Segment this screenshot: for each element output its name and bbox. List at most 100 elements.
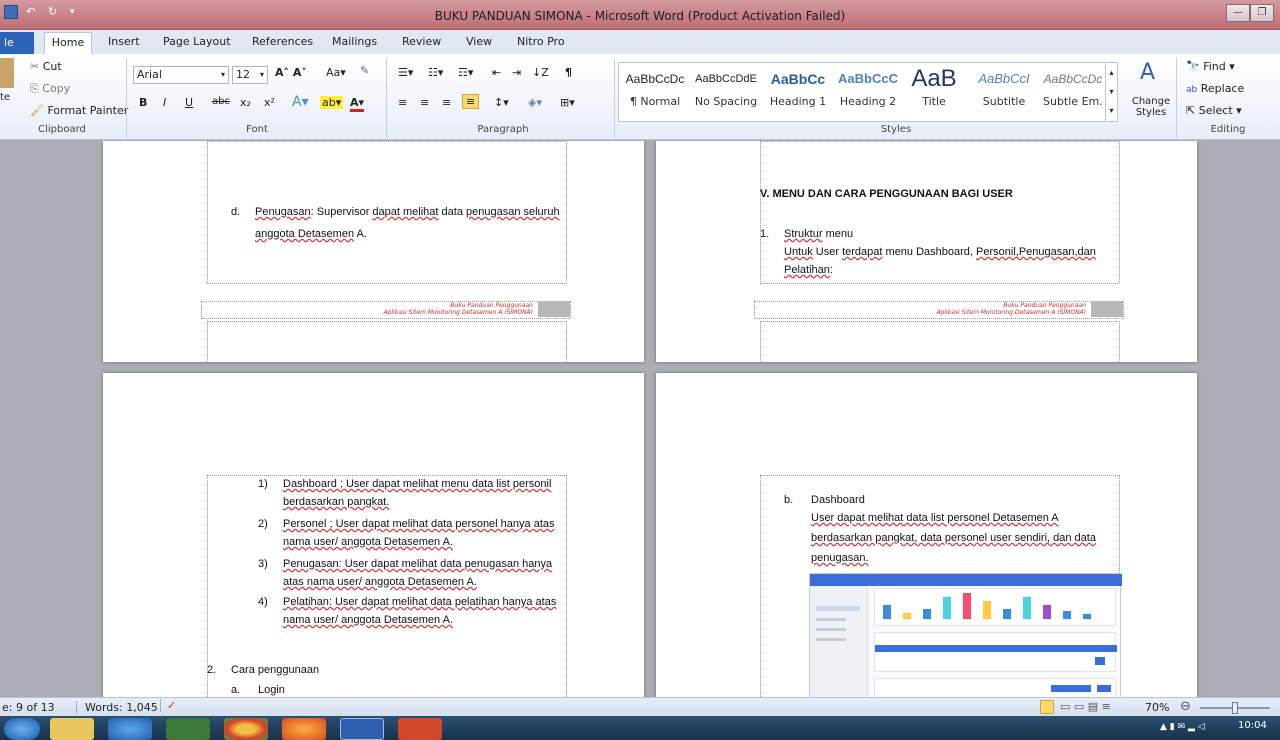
bold-button[interactable]: B — [139, 96, 147, 109]
ie-icon[interactable] — [108, 718, 152, 740]
shading-icon[interactable]: ◈▾ — [528, 96, 542, 109]
dashboard-screenshot — [809, 573, 1122, 697]
underline-button[interactable]: U — [185, 96, 193, 109]
page-number-box — [538, 301, 570, 317]
cursor-icon: ⇱ — [1186, 104, 1196, 117]
para-line-2: Pelatihan: — [784, 264, 833, 276]
restore-button[interactable]: ❐ — [1250, 4, 1274, 22]
style-heading-2[interactable]: AaBbCcC Heading 2 — [835, 63, 901, 121]
zoom-out-icon[interactable]: ⊖ — [1180, 699, 1191, 714]
numbering-icon[interactable]: ☷▾ — [428, 66, 443, 79]
decrease-indent-icon[interactable]: ⇤ — [492, 66, 501, 79]
tab-home[interactable]: Home — [44, 32, 92, 55]
text-boundary — [207, 321, 567, 362]
superscript-icon[interactable]: x² — [264, 96, 275, 109]
subscript-icon[interactable]: x₂ — [240, 96, 251, 109]
style-subtle-emphasis[interactable]: AaBbCcDc Subtle Em... — [1043, 63, 1103, 121]
strikethrough-icon[interactable]: abc — [212, 96, 230, 107]
font-size-combo[interactable]: 12 ▾ — [232, 66, 268, 84]
styles-scroll[interactable]: ▴ ▾ ▾ — [1105, 63, 1117, 121]
replace-button[interactable]: ab Replace — [1186, 82, 1244, 95]
font-name-combo[interactable]: Arial ▾ — [133, 66, 229, 84]
list-number: 1) — [258, 478, 268, 490]
style-title[interactable]: AaB Title — [903, 63, 965, 121]
tab-review[interactable]: Review — [402, 35, 441, 48]
document-workspace[interactable]: d. Penugasan: Supervisor dapat melihat d… — [0, 141, 1280, 697]
status-bar: e: 9 of 13 Words: 1,045 ✓ ▭ ▭ ▤ ≡ 70% ⊖ — [0, 697, 1280, 716]
select-button[interactable]: ⇱ Select ▾ — [1186, 104, 1242, 117]
change-styles-button[interactable]: Change Styles — [1128, 96, 1174, 118]
explorer-icon[interactable] — [50, 718, 94, 740]
justify-icon[interactable]: ≡ — [462, 94, 480, 109]
copy-button[interactable]: ⎘ Copy — [30, 82, 70, 96]
cut-button[interactable]: ✂ Cut — [30, 60, 62, 73]
style-heading-1[interactable]: AaBbCc Heading 1 — [763, 63, 833, 121]
clear-formatting-icon[interactable]: ✎ — [360, 64, 369, 77]
binoculars-icon: 🔭 — [1186, 60, 1200, 73]
page-4[interactable]: b. Dashboard User dapat melihat data lis… — [656, 373, 1197, 697]
tab-nitro-pro[interactable]: Nitro Pro — [517, 35, 565, 48]
chrome-icon[interactable] — [224, 718, 268, 740]
tab-file[interactable]: le — [0, 32, 34, 54]
increase-indent-icon[interactable]: ⇥ — [512, 66, 521, 79]
styles-group-label: Styles — [880, 124, 912, 135]
show-marks-icon[interactable]: ¶ — [565, 66, 572, 79]
sort-icon[interactable]: ↓Z — [532, 66, 549, 79]
paragraph-group-label: Paragraph — [477, 124, 529, 135]
multilevel-list-icon[interactable]: ☶▾ — [458, 66, 473, 79]
align-center-icon[interactable]: ≡ — [420, 96, 429, 109]
para-line-3: penugasan. — [811, 552, 869, 564]
zoom-slider-thumb[interactable] — [1232, 702, 1238, 714]
scissors-icon: ✂ — [30, 60, 43, 73]
print-layout-icon[interactable] — [1040, 700, 1054, 714]
text-effects-icon[interactable]: A▾ — [292, 94, 309, 110]
italic-button[interactable]: I — [163, 96, 166, 109]
grow-font-icon[interactable]: A˄ A˅ — [275, 66, 307, 79]
tab-view[interactable]: View — [466, 35, 492, 48]
align-left-icon[interactable]: ≡ — [398, 96, 407, 109]
change-case-icon[interactable]: Aa▾ — [326, 66, 346, 79]
clipboard-group-label: Clipboard — [38, 124, 86, 135]
page-1[interactable]: d. Penugasan: Supervisor dapat melihat d… — [103, 141, 644, 362]
powerpoint-icon[interactable] — [398, 718, 442, 740]
word-icon[interactable] — [340, 718, 384, 740]
para-line-1: User dapat melihat data list personel De… — [811, 512, 1059, 524]
line-spacing-icon[interactable]: ↕▾ — [494, 96, 509, 109]
highlight-icon[interactable]: ab▾ — [320, 96, 344, 109]
firefox-icon[interactable] — [282, 718, 326, 740]
clock[interactable]: 10:04 — [1238, 720, 1267, 731]
page-2[interactable]: V. MENU DAN CARA PENGGUNAAN BAGI USER 1.… — [656, 141, 1197, 362]
media-icon[interactable] — [166, 718, 210, 740]
align-right-icon[interactable]: ≡ — [442, 96, 451, 109]
format-painter-button[interactable]: 🖌 Format Painter — [30, 104, 128, 117]
tab-references[interactable]: References — [252, 35, 313, 48]
proofing-icon[interactable]: ✓ — [160, 699, 176, 712]
paste-icon[interactable] — [0, 58, 14, 88]
styles-gallery: AaBbCcDc ¶ Normal AaBbCcDdE No Spacing A… — [618, 62, 1118, 122]
minimize-button[interactable]: — — [1226, 4, 1250, 22]
paste-button[interactable]: te — [0, 92, 10, 103]
start-button[interactable] — [4, 718, 40, 740]
style-no-spacing[interactable]: AaBbCcDdE No Spacing — [691, 63, 761, 121]
tab-insert[interactable]: Insert — [108, 35, 140, 48]
font-color-icon[interactable]: A▾ — [350, 96, 365, 112]
borders-icon[interactable]: ⊞▾ — [560, 96, 575, 109]
word-count[interactable]: Words: 1,045 — [76, 701, 158, 714]
style-subtitle[interactable]: AaBbCcI Subtitle — [967, 63, 1041, 121]
tab-page-layout[interactable]: Page Layout — [163, 35, 231, 48]
tab-mailings[interactable]: Mailings — [332, 35, 377, 48]
sub-a-title: Login — [258, 684, 285, 696]
zoom-level[interactable]: 70% — [1145, 701, 1169, 714]
page-3[interactable]: 1) Dashboard ; User dapat melihat menu d… — [103, 373, 644, 697]
list-number: 4) — [258, 596, 268, 608]
change-styles-icon[interactable]: A — [1140, 60, 1155, 85]
page-count[interactable]: e: 9 of 13 — [2, 701, 55, 714]
view-icons[interactable]: ▭ ▭ ▤ ≡ — [1060, 700, 1111, 713]
tray-icons[interactable]: ▲ ▮ ✉ ▂ ◁ — [1160, 722, 1205, 732]
find-button[interactable]: 🔭 Find ▾ — [1186, 60, 1235, 73]
screenshot-bar-chart — [874, 588, 1116, 626]
style-normal[interactable]: AaBbCcDc ¶ Normal — [621, 63, 689, 121]
section-heading: V. MENU DAN CARA PENGGUNAAN BAGI USER — [760, 188, 1013, 200]
editing-group-label: Editing — [1210, 124, 1246, 135]
bullets-icon[interactable]: ☰▾ — [398, 66, 413, 79]
